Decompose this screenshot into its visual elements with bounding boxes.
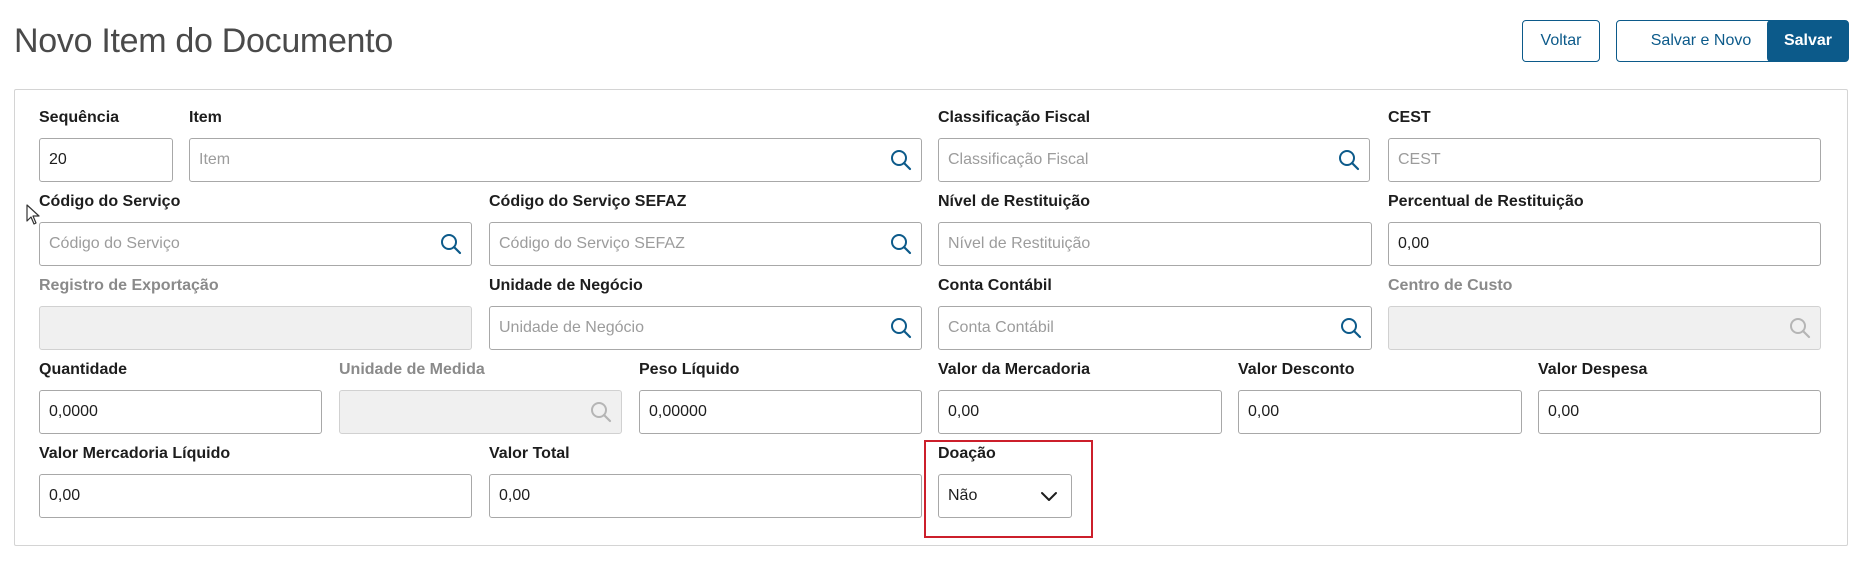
registro-exportacao-field	[39, 306, 472, 350]
codigo-servico-field[interactable]: Código do Serviço	[39, 222, 472, 266]
search-icon	[589, 400, 613, 424]
sequencia-value: 20	[49, 151, 67, 168]
codigo-servico-sefaz-placeholder: Código do Serviço SEFAZ	[499, 235, 685, 252]
valor-desconto-field[interactable]: 0,00	[1238, 390, 1522, 434]
nivel-restituicao-field[interactable]: Nível de Restituição	[938, 222, 1372, 266]
peso-liquido-field[interactable]: 0,00000	[639, 390, 922, 434]
item-placeholder: Item	[199, 151, 231, 168]
conta-contabil-placeholder: Conta Contábil	[948, 319, 1054, 336]
unidade-negocio-placeholder: Unidade de Negócio	[499, 319, 644, 336]
sequencia-label: Sequência	[39, 109, 120, 126]
centro-custo-label: Centro de Custo	[1388, 277, 1513, 294]
classificacao-fiscal-field[interactable]: Classificação Fiscal	[938, 138, 1370, 182]
save-button[interactable]: Salvar	[1767, 20, 1849, 62]
search-icon[interactable]	[1339, 316, 1363, 340]
codigo-servico-label: Código do Serviço	[39, 193, 181, 210]
back-button[interactable]: Voltar	[1522, 20, 1600, 62]
classificacao-fiscal-placeholder: Classificação Fiscal	[948, 151, 1089, 168]
unidade-negocio-field[interactable]: Unidade de Negócio	[489, 306, 922, 350]
quantidade-field[interactable]: 0,0000	[39, 390, 322, 434]
valor-desconto-label: Valor Desconto	[1238, 361, 1355, 378]
registro-exportacao-label: Registro de Exportação	[39, 277, 219, 294]
quantidade-value: 0,0000	[49, 403, 98, 420]
valor-total-value: 0,00	[499, 487, 531, 504]
centro-custo-field	[1388, 306, 1821, 350]
search-icon[interactable]	[889, 316, 913, 340]
page-title: Novo Item do Documento	[14, 22, 393, 60]
nivel-restituicao-placeholder: Nível de Restituição	[948, 235, 1091, 252]
conta-contabil-field[interactable]: Conta Contábil	[938, 306, 1372, 350]
peso-liquido-label: Peso Líquido	[639, 361, 740, 378]
cest-field[interactable]: CEST	[1388, 138, 1821, 182]
item-field[interactable]: Item	[189, 138, 922, 182]
percentual-restituicao-field[interactable]: 0,00	[1388, 222, 1821, 266]
valor-total-field[interactable]: 0,00	[489, 474, 922, 518]
save-and-new-button[interactable]: Salvar e Novo	[1616, 20, 1786, 62]
valor-mercadoria-field[interactable]: 0,00	[938, 390, 1222, 434]
classificacao-fiscal-label: Classificação Fiscal	[938, 109, 1091, 126]
search-icon[interactable]	[439, 232, 463, 256]
valor-desconto-value: 0,00	[1248, 403, 1280, 420]
doacao-highlight-box	[924, 440, 1093, 538]
codigo-servico-sefaz-field[interactable]: Código do Serviço SEFAZ	[489, 222, 922, 266]
valor-mercadoria-liquido-label: Valor Mercadoria Líquido	[39, 445, 231, 462]
peso-liquido-value: 0,00000	[649, 403, 707, 420]
valor-mercadoria-liquido-value: 0,00	[49, 487, 81, 504]
valor-despesa-label: Valor Despesa	[1538, 361, 1648, 378]
percentual-restituicao-label: Percentual de Restituição	[1388, 193, 1584, 210]
search-icon[interactable]	[889, 148, 913, 172]
sequencia-field[interactable]: 20	[39, 138, 173, 182]
percentual-restituicao-value: 0,00	[1398, 235, 1430, 252]
valor-total-label: Valor Total	[489, 445, 570, 462]
valor-mercadoria-liquido-field[interactable]: 0,00	[39, 474, 472, 518]
valor-despesa-value: 0,00	[1548, 403, 1580, 420]
unidade-negocio-label: Unidade de Negócio	[489, 277, 643, 294]
unidade-medida-field	[339, 390, 622, 434]
cest-label: CEST	[1388, 109, 1431, 126]
mouse-cursor-icon	[26, 204, 42, 231]
item-label: Item	[189, 109, 222, 126]
unidade-medida-label: Unidade de Medida	[339, 361, 485, 378]
search-icon[interactable]	[889, 232, 913, 256]
valor-despesa-field[interactable]: 0,00	[1538, 390, 1821, 434]
conta-contabil-label: Conta Contábil	[938, 277, 1052, 294]
codigo-servico-placeholder: Código do Serviço	[49, 235, 180, 252]
valor-mercadoria-label: Valor da Mercadoria	[938, 361, 1091, 378]
quantidade-label: Quantidade	[39, 361, 128, 378]
nivel-restituicao-label: Nível de Restituição	[938, 193, 1091, 210]
cest-placeholder: CEST	[1398, 151, 1441, 168]
valor-mercadoria-value: 0,00	[948, 403, 980, 420]
search-icon	[1788, 316, 1812, 340]
search-icon[interactable]	[1337, 148, 1361, 172]
codigo-servico-sefaz-label: Código do Serviço SEFAZ	[489, 193, 687, 210]
